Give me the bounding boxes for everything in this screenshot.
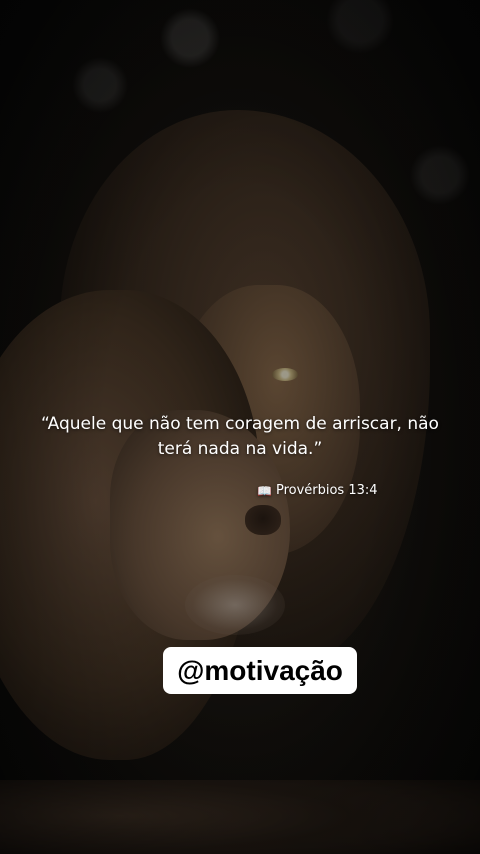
reference-text: Provérbios 13:4 [275, 483, 378, 498]
account-handle-badge[interactable]: @motivação [163, 647, 357, 694]
quote-text: “Aquele que não tem coragem de arriscar,… [41, 414, 439, 459]
bible-reference: 📖 Provérbios 13:4 [257, 482, 378, 500]
open-book-icon: 📖 [257, 484, 272, 498]
